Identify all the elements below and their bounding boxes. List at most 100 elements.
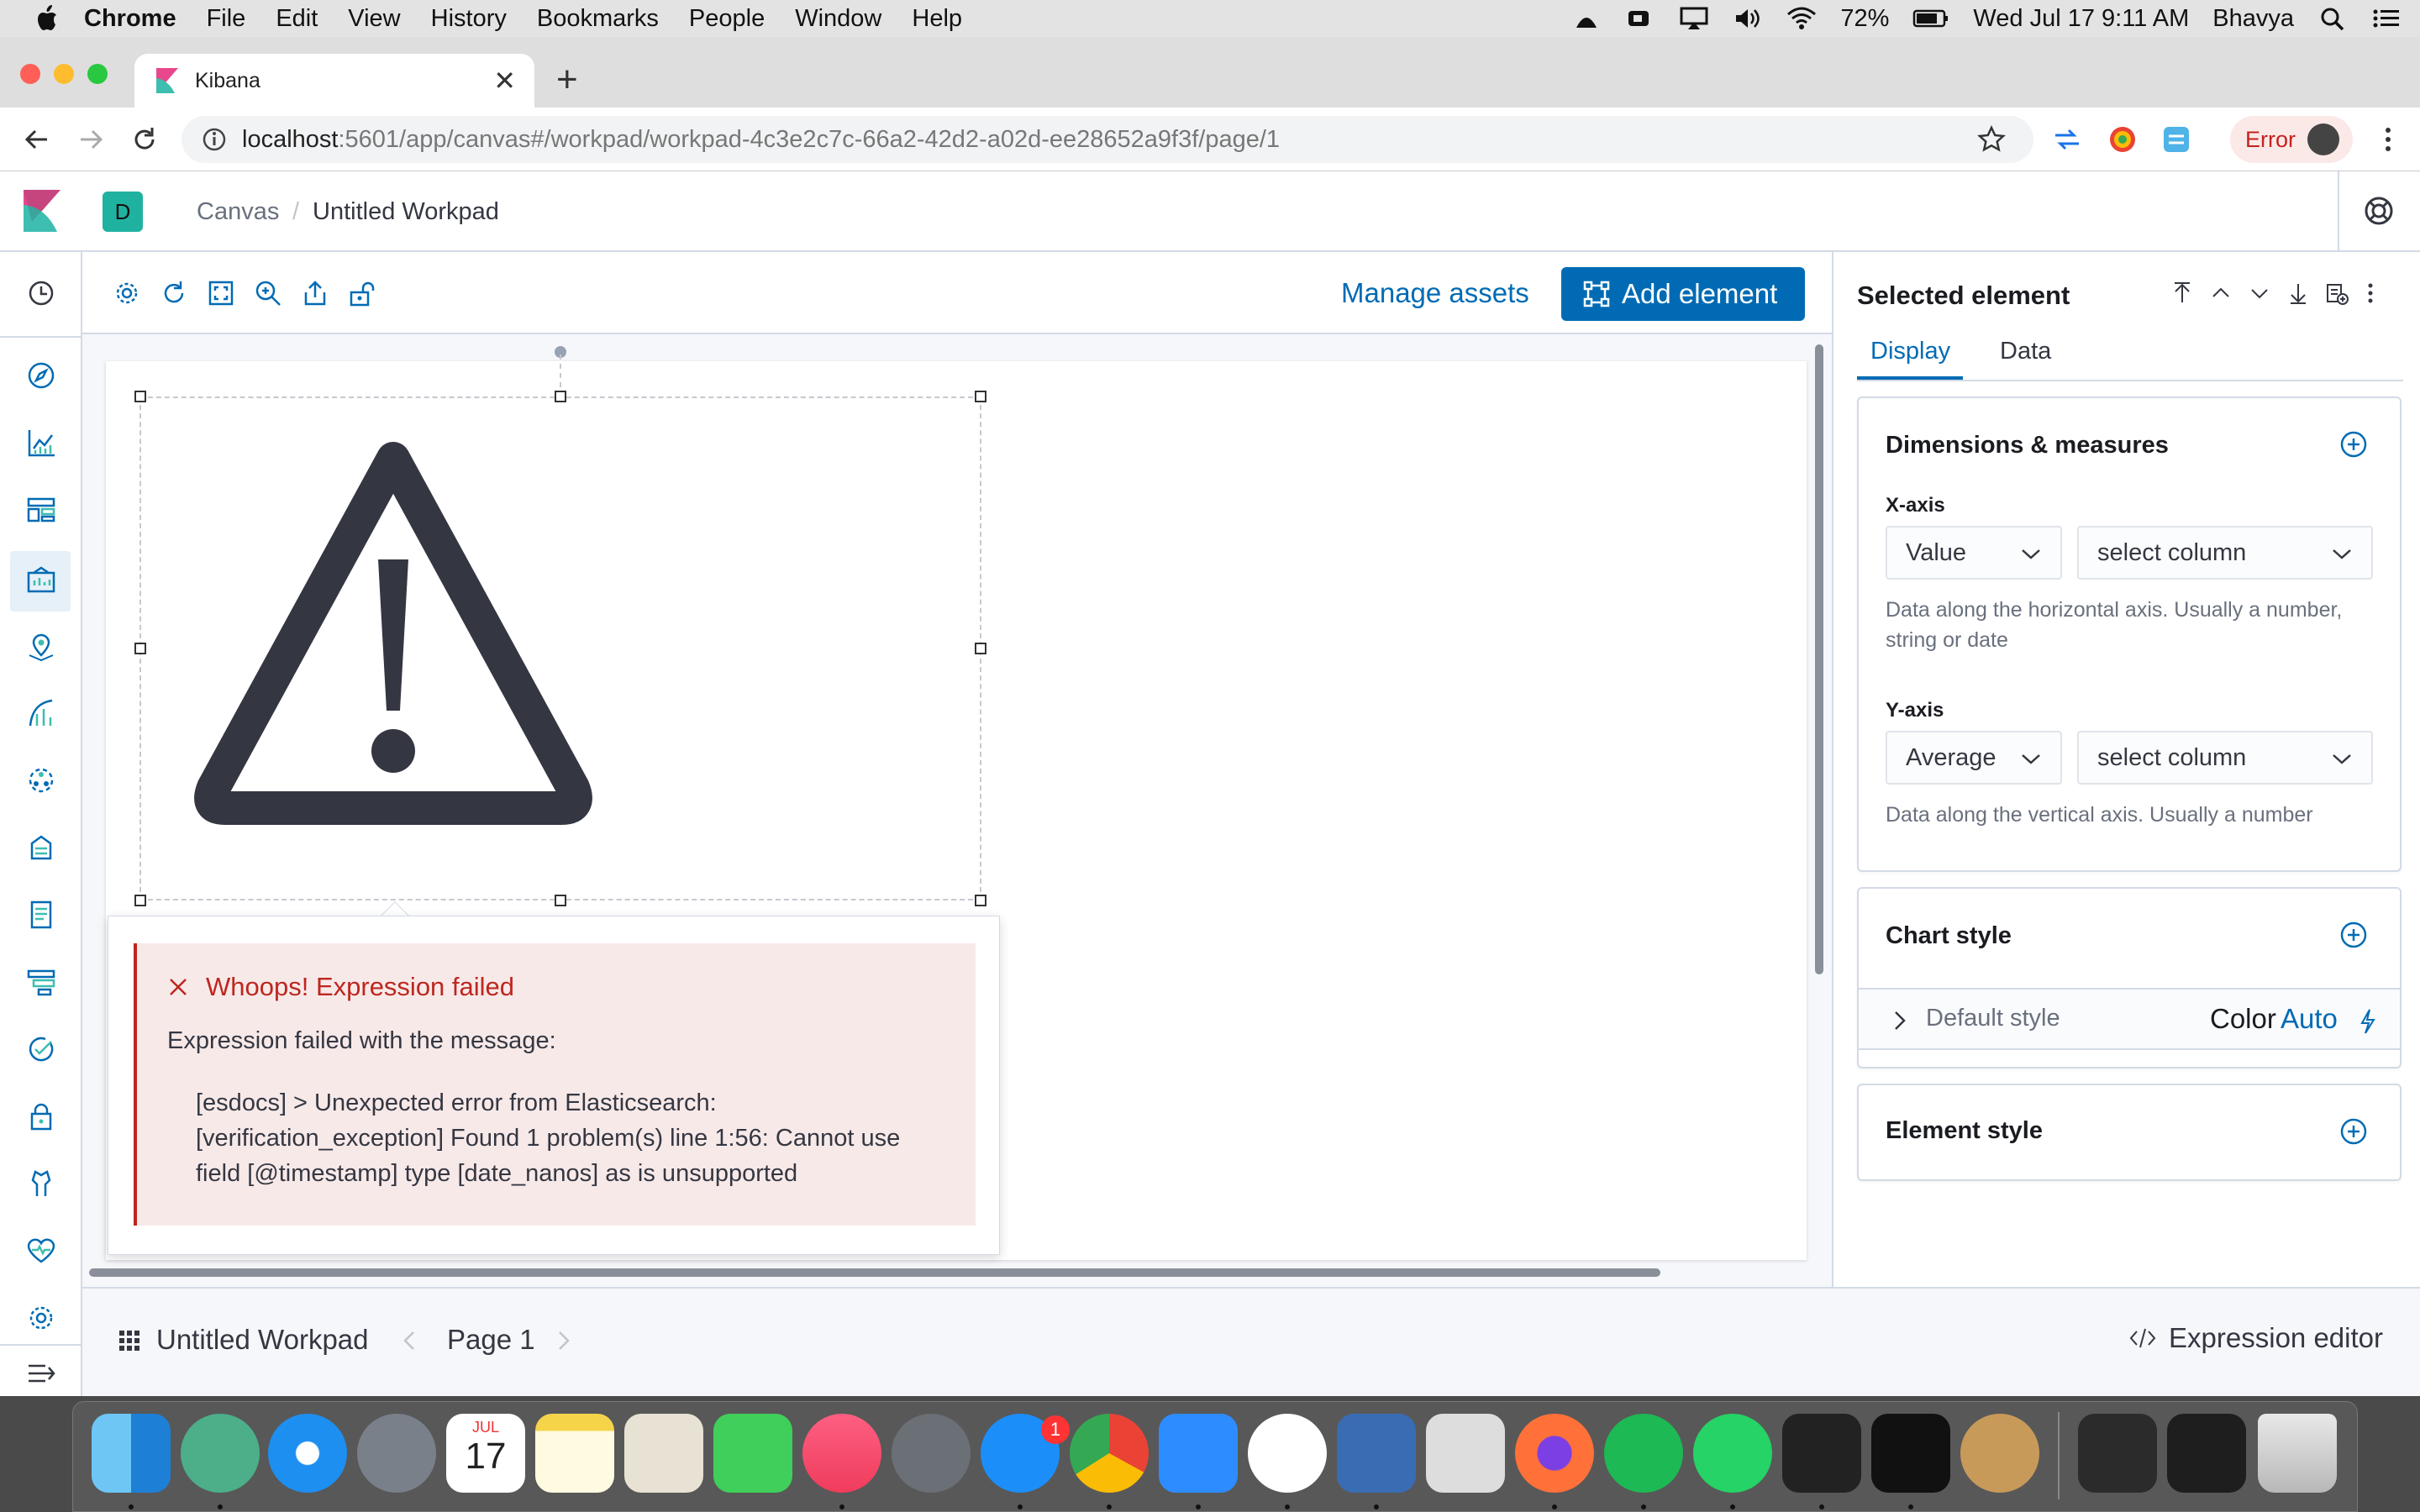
site-info-icon[interactable] xyxy=(202,127,227,152)
browser-menu-icon[interactable] xyxy=(2373,124,2403,155)
save-as-element-icon[interactable] xyxy=(2324,281,2349,306)
kibana-logo-icon[interactable] xyxy=(22,190,64,232)
visualize-chart-icon[interactable] xyxy=(25,427,57,459)
new-tab-button[interactable]: + xyxy=(556,59,578,101)
volume-icon[interactable] xyxy=(1733,6,1763,31)
zoom-window-button[interactable] xyxy=(87,64,108,84)
system-preferences-icon[interactable] xyxy=(892,1414,971,1493)
menu-view[interactable]: View xyxy=(348,5,400,33)
horizontal-scrollbar[interactable] xyxy=(89,1268,1660,1277)
finder-icon[interactable] xyxy=(92,1414,171,1493)
paintbrush-icon[interactable] xyxy=(1960,1414,2039,1493)
next-page-chevron-icon[interactable] xyxy=(553,1327,573,1354)
infrastructure-icon[interactable] xyxy=(25,832,57,864)
tab-display[interactable]: Display xyxy=(1870,338,1950,365)
resize-handle-sw[interactable] xyxy=(134,895,146,906)
profile-error-button[interactable]: Error xyxy=(2230,116,2353,163)
bring-forward-icon[interactable] xyxy=(2208,281,2233,306)
reload-icon[interactable] xyxy=(129,124,160,155)
zoom-icon[interactable] xyxy=(254,279,282,307)
edit-lock-icon[interactable] xyxy=(348,279,376,307)
terminal-icon[interactable] xyxy=(1871,1414,1950,1493)
menu-window[interactable]: Window xyxy=(795,5,881,33)
add-element-button[interactable]: Add element xyxy=(1561,267,1805,321)
launchpad-icon[interactable] xyxy=(357,1414,436,1493)
send-to-back-icon[interactable] xyxy=(2286,281,2311,306)
breadcrumb-canvas[interactable]: Canvas xyxy=(197,198,279,226)
safari-icon[interactable] xyxy=(268,1414,347,1493)
space-selector-avatar[interactable]: D xyxy=(103,192,143,232)
add-dimension-plus-icon[interactable] xyxy=(2339,430,2368,459)
airplay-icon[interactable] xyxy=(1679,6,1709,31)
recent-window-thumbnail-2[interactable] xyxy=(2167,1414,2246,1493)
resize-handle-se[interactable] xyxy=(975,895,986,906)
resize-handle-nw[interactable] xyxy=(134,391,146,402)
zoom-app-icon[interactable] xyxy=(1159,1414,1238,1493)
expression-editor-button[interactable]: Expression editor xyxy=(2128,1322,2383,1354)
menu-history[interactable]: History xyxy=(431,5,507,33)
bookmark-star-icon[interactable] xyxy=(1976,124,2007,155)
refresh-icon[interactable] xyxy=(160,279,188,307)
clock[interactable]: Wed Jul 17 9:11 AM xyxy=(1973,5,2189,33)
menu-file[interactable]: File xyxy=(207,5,246,33)
add-element-style-plus-icon[interactable] xyxy=(2339,1117,2368,1146)
user-name[interactable]: Bhavya xyxy=(2212,5,2294,33)
calendar-icon[interactable]: JUL 17 xyxy=(446,1414,525,1493)
collapse-nav-icon[interactable] xyxy=(25,1357,57,1389)
resize-handle-s[interactable] xyxy=(555,895,566,906)
recent-window-thumbnail[interactable] xyxy=(2078,1414,2157,1493)
menu-people[interactable]: People xyxy=(689,5,765,33)
element-options-kebab-icon[interactable] xyxy=(2358,281,2383,306)
prev-page-chevron-icon[interactable] xyxy=(400,1327,420,1354)
notes-icon[interactable] xyxy=(535,1414,614,1493)
maps-pin-icon[interactable] xyxy=(25,630,57,662)
footer-workpad-name[interactable]: Untitled Workpad xyxy=(156,1324,369,1356)
x-axis-type-select[interactable]: Value xyxy=(1886,526,2062,580)
default-style-row[interactable]: Default style Color Auto xyxy=(1859,988,2400,1050)
back-icon[interactable] xyxy=(22,124,52,155)
wifi-icon[interactable] xyxy=(1786,6,1817,31)
uptime-icon[interactable] xyxy=(25,1033,57,1065)
trash-icon[interactable] xyxy=(2258,1414,2337,1493)
close-window-button[interactable] xyxy=(20,64,40,84)
status-app-icon[interactable] xyxy=(1571,6,1602,31)
activity-monitor-icon[interactable] xyxy=(1782,1414,1861,1493)
url-bar[interactable]: localhost:5601/app/canvas#/workpad/workp… xyxy=(182,116,2033,163)
menu-bookmarks[interactable]: Bookmarks xyxy=(537,5,659,33)
share-export-icon[interactable] xyxy=(301,279,329,307)
manage-assets-button[interactable]: Manage assets xyxy=(1341,277,1529,309)
dev-tools-wrench-icon[interactable] xyxy=(25,1168,57,1200)
resize-handle-ne[interactable] xyxy=(975,391,986,402)
resize-handle-w[interactable] xyxy=(134,643,146,654)
workpad-settings-gear-icon[interactable] xyxy=(113,279,141,307)
forward-icon[interactable] xyxy=(76,124,106,155)
color-auto-value[interactable]: Auto xyxy=(2281,1003,2338,1035)
extension-arrows-icon[interactable] xyxy=(2052,124,2082,155)
siem-lock-icon[interactable] xyxy=(25,1100,57,1132)
itunes-icon[interactable] xyxy=(802,1414,881,1493)
menu-help[interactable]: Help xyxy=(912,5,962,33)
whatsapp-icon[interactable] xyxy=(1693,1414,1772,1493)
facetime-icon[interactable] xyxy=(713,1414,792,1493)
virtualbox-icon[interactable] xyxy=(1337,1414,1416,1493)
monitoring-heartbeat-icon[interactable] xyxy=(25,1235,57,1267)
browser-tab-kibana[interactable]: Kibana ✕ xyxy=(134,54,534,108)
help-menu-button[interactable] xyxy=(2338,171,2420,250)
add-chart-style-plus-icon[interactable] xyxy=(2339,921,2368,949)
menu-app-name[interactable]: Chrome xyxy=(84,5,176,33)
y-axis-column-select[interactable]: select column xyxy=(2077,731,2373,785)
graph-network-icon[interactable] xyxy=(25,764,57,796)
chrome-icon[interactable] xyxy=(1070,1414,1149,1493)
management-gear-icon[interactable] xyxy=(25,1302,57,1334)
extension-tool-icon[interactable] xyxy=(2161,124,2191,155)
send-backward-icon[interactable] xyxy=(2247,281,2272,306)
atom-icon[interactable] xyxy=(181,1414,260,1493)
spotify-icon[interactable] xyxy=(1604,1414,1683,1493)
spotlight-search-icon[interactable] xyxy=(2317,6,2348,31)
apm-icon[interactable] xyxy=(25,966,57,998)
canvas-app-icon[interactable] xyxy=(25,564,57,596)
x-axis-column-select[interactable]: select column xyxy=(2077,526,2373,580)
vertical-scrollbar[interactable] xyxy=(1815,344,1823,974)
fullscreen-icon[interactable] xyxy=(207,279,235,307)
close-tab-icon[interactable]: ✕ xyxy=(493,65,516,97)
